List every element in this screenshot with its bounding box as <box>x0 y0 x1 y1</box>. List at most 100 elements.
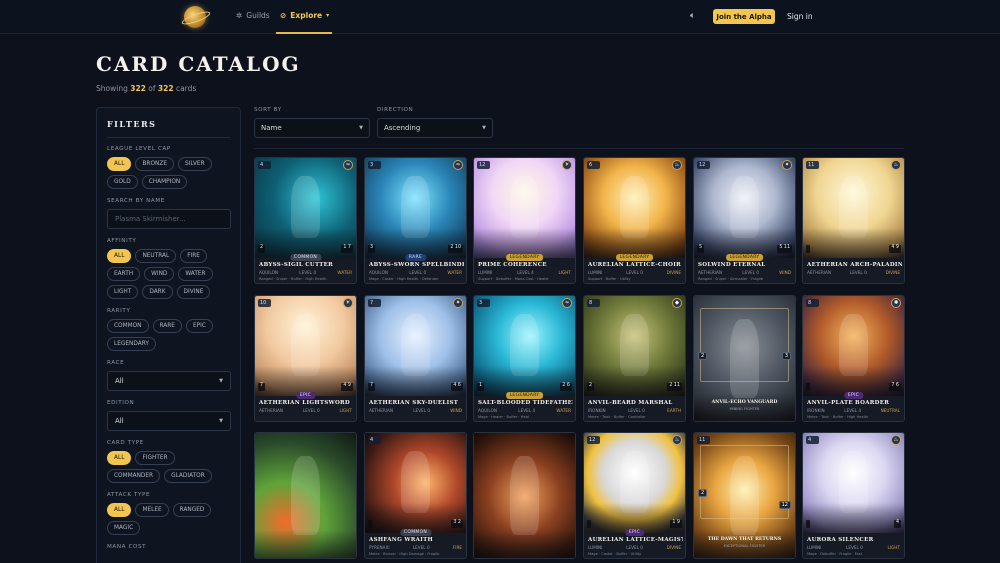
card-stats: 32 10 <box>368 245 463 253</box>
chip-league-all[interactable]: ALL <box>107 157 132 171</box>
card-meta: LUMINI LEVEL 0 DIVINE <box>588 270 681 275</box>
attack-stat: 2 <box>698 352 708 360</box>
card[interactable]: 12 ✦ 55 11 LEGENDARY SOLWIND ETERNAL AET… <box>693 157 796 284</box>
card-art <box>255 158 356 258</box>
card[interactable]: 11 2 12 THE DAWN THAT RETURNS EXCEPTIONA… <box>693 432 796 559</box>
mana-badge: 12 <box>587 436 600 444</box>
chip-league-bronze[interactable]: BRONZE <box>135 157 174 171</box>
chip-rarity-rare[interactable]: RARE <box>152 319 182 333</box>
card-meta: IRONKIN LEVEL 0 EARTH <box>588 408 681 413</box>
card[interactable]: 2 3 ANVIL-ECHO VANGUARD MINING FIGHTER <box>693 295 796 422</box>
chip-affinity-earth[interactable]: EARTH <box>107 267 141 281</box>
direction-select[interactable]: Ascending ▼ <box>377 118 493 138</box>
chip-league-gold[interactable]: GOLD <box>107 175 138 189</box>
card-tags: Melee · Bruiser · High Damage · Fragile <box>369 552 440 556</box>
chip-attack-melee[interactable]: MELEE <box>135 503 169 517</box>
volume-icon[interactable]: 🔈︎ <box>690 11 695 21</box>
card-name: ABYSS-SWORN SPELLBINDER <box>369 262 464 268</box>
chip-affinity-all[interactable]: ALL <box>107 249 132 263</box>
card-tags: Ranged · Sniper · Airmaster · Fragile <box>698 277 763 281</box>
card-name: AETHERIAN SKY-DUELIST <box>369 400 459 406</box>
chip-affinity-neutral[interactable]: NEUTRAL <box>135 249 177 263</box>
chip-type-all[interactable]: ALL <box>107 451 132 465</box>
attack-type-label: ATTACK TYPE <box>107 492 151 498</box>
card[interactable]: 3 ≈ 32 10 RARE ABYSS-SWORN SPELLBINDER A… <box>364 157 467 284</box>
chip-attack-magic[interactable]: MAGIC <box>107 521 141 535</box>
caret-down-icon: ▼ <box>219 378 223 384</box>
health-stat: 12 <box>778 501 791 509</box>
card[interactable]: 4 ♨ 4 AURORA SILENCER LUMINI LEVEL 0 LIGHT… <box>802 432 905 559</box>
chip-affinity-divine[interactable]: DIVINE <box>176 285 211 299</box>
card-art <box>803 433 904 533</box>
race-select[interactable]: All ▼ <box>107 371 231 391</box>
join-alpha-button[interactable]: Join the Alpha <box>713 9 775 24</box>
chip-type-fighter[interactable]: FIGHTER <box>135 451 175 465</box>
edition-select[interactable]: All ▼ <box>107 411 231 431</box>
sun-icon: ☀ <box>562 160 572 170</box>
sign-in-link[interactable]: Sign in <box>787 12 813 21</box>
mana-cost-label: MANA COST <box>107 544 147 550</box>
card-subtitle: EXCEPTIONAL FIGHTER <box>723 544 766 548</box>
compass-icon: ⊘ <box>280 11 287 20</box>
chip-type-gladiator[interactable]: GLADIATOR <box>164 469 212 483</box>
race-select-value: All <box>115 377 124 385</box>
logo-icon[interactable] <box>184 6 206 28</box>
water-icon: ≈ <box>453 160 463 170</box>
chip-affinity-wind[interactable]: WIND <box>144 267 175 281</box>
card[interactable]: 4 3 2 COMMON ASHFANG WRAITH PYRENAXI LEVE… <box>364 432 467 559</box>
nav-explore[interactable]: ⊘ Explore ▾ <box>280 11 329 20</box>
card[interactable]: 7 ✦ 74 6 AETHERIAN SKY-DUELIST AETHERIAN… <box>364 295 467 422</box>
earth-icon: ◆ <box>672 298 682 308</box>
attack-stat: 2 <box>698 489 708 497</box>
card[interactable]: 12 ☀ LEGENDARY PRIME COHERENCE LUMINI LEV… <box>473 157 576 284</box>
mana-badge: 10 <box>258 299 271 307</box>
card[interactable] <box>254 432 357 559</box>
chip-type-commander[interactable]: COMMANDER <box>107 469 161 483</box>
chip-rarity-common[interactable]: COMMON <box>107 319 149 333</box>
chip-attack-all[interactable]: ALL <box>107 503 132 517</box>
card[interactable]: 8 ✺ 7 6 EPIC ANVIL-PLATE BOARDER IRONKIN… <box>802 295 905 422</box>
rarity-chips: COMMON RARE EPIC LEGENDARY <box>107 319 230 351</box>
nav-explore-label: Explore <box>290 11 323 20</box>
card-meta: AQUILON LEVEL 0 WATER <box>259 270 352 275</box>
card[interactable]: 8 ◆ 22 11 ANVIL-BEARD MARSHAL IRONKIN LEV… <box>583 295 686 422</box>
nav-guilds[interactable]: ✲ Guilds <box>236 11 270 20</box>
top-nav: ✲ Guilds ⊘ Explore ▾ 🔈︎ Join the Alpha S… <box>0 0 1000 34</box>
card-stats: 12 6 <box>477 383 572 391</box>
mana-badge: 8 <box>587 299 600 307</box>
card-stats: 55 11 <box>697 245 792 253</box>
league-chips: ALL BRONZE SILVER GOLD CHAMPION <box>107 157 230 189</box>
chip-affinity-light[interactable]: LIGHT <box>107 285 139 299</box>
chip-attack-ranged[interactable]: RANGED <box>172 503 212 517</box>
sort-by-select[interactable]: Name ▼ <box>254 118 370 138</box>
chip-affinity-water[interactable]: WATER <box>178 267 213 281</box>
card[interactable]: 3 ≈ 12 6 LEGENDARY SALT-BLOODED TIDEFATH… <box>473 295 576 422</box>
card-art <box>365 296 466 396</box>
wind-icon: ✦ <box>782 160 792 170</box>
card[interactable] <box>473 432 576 559</box>
chip-rarity-legendary[interactable]: LEGENDARY <box>107 337 156 351</box>
chip-league-champion[interactable]: CHAMPION <box>141 175 188 189</box>
caret-down-icon: ▼ <box>219 418 223 424</box>
rarity-badge: LEGENDARY <box>505 254 544 261</box>
mana-badge: 3 <box>477 299 490 307</box>
search-input[interactable]: Plasma Skirmisher... <box>107 209 231 229</box>
chip-league-silver[interactable]: SILVER <box>177 157 212 171</box>
card[interactable]: 10 ☀ 74 9 EPIC AETHERIAN LIGHTSWORD AETH… <box>254 295 357 422</box>
card[interactable]: 12 ♨ 1 9 EPIC AURELIAN LATTICE-MAGIST...… <box>583 432 686 559</box>
card-art <box>365 433 466 533</box>
card[interactable]: 11 ♨ 4 9 AETHERIAN ARCH-PALADIN AETHERIA… <box>802 157 905 284</box>
chip-rarity-epic[interactable]: EPIC <box>185 319 213 333</box>
card-stats: 3 2 <box>368 520 463 528</box>
card-stats: 74 9 <box>258 383 353 391</box>
rarity-badge: EPIC <box>843 392 864 399</box>
card[interactable]: 4 ≈ 21 7 COMMON ABYSS-SIGIL CUTTER AQUIL… <box>254 157 357 284</box>
card-meta: LUMINI LEVEL 0 DIVINE <box>588 545 681 550</box>
card[interactable]: 6 ♨ LEGENDARY AURELIAN LATTICE-CHOIR LUM… <box>583 157 686 284</box>
card-name: SALT-BLOODED TIDEFATHER <box>478 400 573 406</box>
card-art <box>474 296 575 396</box>
chip-affinity-dark[interactable]: DARK <box>142 285 173 299</box>
card-tags: Support · Debuffer · Mana Cost · Healer <box>478 277 549 281</box>
chip-affinity-fire[interactable]: FIRE <box>180 249 207 263</box>
edition-label: EDITION <box>107 400 135 406</box>
